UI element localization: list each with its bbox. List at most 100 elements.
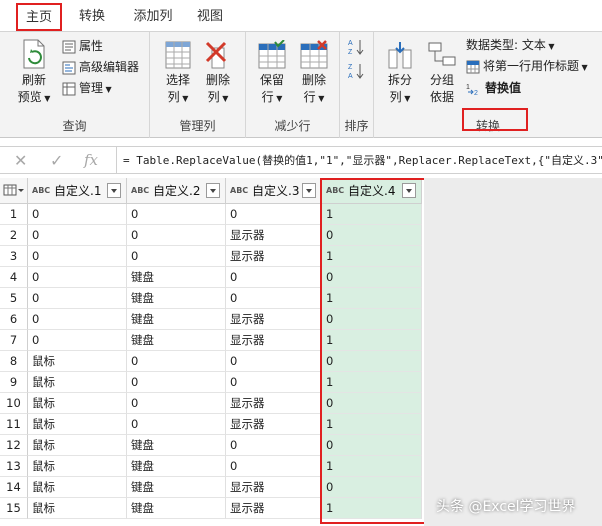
table-cell[interactable]: 0: [28, 288, 127, 309]
cancel-icon[interactable]: ✕: [14, 151, 27, 170]
table-cell[interactable]: 显示器: [226, 246, 322, 267]
table-cell[interactable]: 0: [28, 225, 127, 246]
table-cell[interactable]: 键盘: [127, 267, 226, 288]
table-cell[interactable]: 0: [127, 246, 226, 267]
row-number[interactable]: 6: [0, 309, 28, 330]
choose-columns-button[interactable]: 选择 列 ▼: [158, 40, 198, 107]
table-cell[interactable]: 键盘: [127, 288, 226, 309]
remove-columns-button[interactable]: 删除 列 ▼: [198, 40, 238, 107]
table-cell[interactable]: 0: [28, 246, 127, 267]
table-cell[interactable]: 鼠标: [28, 414, 127, 435]
remove-columns-label-1: 删除: [205, 73, 230, 87]
table-cell[interactable]: 0: [127, 393, 226, 414]
table-cell[interactable]: 显示器: [226, 330, 322, 351]
table-cell[interactable]: 键盘: [127, 330, 226, 351]
first-row-header-icon: [466, 60, 480, 73]
tab-home[interactable]: 主页: [16, 3, 62, 31]
sort-ascending-button[interactable]: A Z: [347, 36, 368, 56]
row-number[interactable]: 5: [0, 288, 28, 309]
column-filter-dropdown-icon[interactable]: [302, 183, 316, 198]
table-cell[interactable]: 0: [28, 330, 127, 351]
replace-values-label: 替换值: [485, 81, 522, 95]
row-number[interactable]: 11: [0, 414, 28, 435]
group-by-button[interactable]: 分组 依据: [422, 40, 462, 106]
table-cell[interactable]: 键盘: [127, 498, 226, 519]
table-cell[interactable]: 0: [127, 414, 226, 435]
table-cell[interactable]: 0: [127, 351, 226, 372]
column-header-3[interactable]: ABC 自定义.3: [226, 178, 322, 204]
row-number[interactable]: 1: [0, 204, 28, 225]
table-menu-button[interactable]: [0, 178, 28, 204]
tab-view[interactable]: 视图: [188, 4, 232, 30]
choose-columns-icon: [165, 41, 191, 69]
table-cell[interactable]: 鼠标: [28, 435, 127, 456]
table-cell[interactable]: 键盘: [127, 456, 226, 477]
table-cell[interactable]: 0: [226, 267, 322, 288]
refresh-label-1: 刷新: [21, 73, 46, 87]
formula-input[interactable]: = Table.ReplaceValue(替换的值1,"1","显示器",Rep…: [116, 147, 602, 174]
row-number[interactable]: 13: [0, 456, 28, 477]
table-cell[interactable]: 鼠标: [28, 498, 127, 519]
table-cell[interactable]: 0: [226, 204, 322, 225]
replace-values-button[interactable]: 1 2 替换值: [466, 78, 521, 98]
row-number[interactable]: 4: [0, 267, 28, 288]
table-cell[interactable]: 显示器: [226, 414, 322, 435]
tab-add-column[interactable]: 添加列: [124, 4, 182, 30]
split-column-button[interactable]: 拆分 列 ▼: [382, 40, 418, 107]
row-number[interactable]: 8: [0, 351, 28, 372]
column-filter-dropdown-icon[interactable]: [206, 183, 220, 198]
sort-descending-button[interactable]: Z A: [347, 60, 368, 80]
row-number[interactable]: 10: [0, 393, 28, 414]
row-number[interactable]: 15: [0, 498, 28, 519]
table-cell[interactable]: 键盘: [127, 435, 226, 456]
table-cell[interactable]: 显示器: [226, 309, 322, 330]
table-cell[interactable]: 0: [226, 435, 322, 456]
split-column-icon: [388, 42, 412, 69]
table-cell[interactable]: 0: [127, 225, 226, 246]
table-cell[interactable]: 0: [28, 309, 127, 330]
keep-rows-button[interactable]: 保留 行 ▼: [252, 40, 292, 107]
advanced-editor-icon: [62, 61, 76, 74]
remove-rows-button[interactable]: 删除 行 ▼: [294, 40, 334, 107]
row-number[interactable]: 12: [0, 435, 28, 456]
tab-transform[interactable]: 转换: [66, 4, 118, 30]
row-number[interactable]: 2: [0, 225, 28, 246]
column-header-2[interactable]: ABC 自定义.2: [127, 178, 226, 204]
table-cell[interactable]: 鼠标: [28, 393, 127, 414]
table-cell[interactable]: 显示器: [226, 477, 322, 498]
table-cell[interactable]: 0: [28, 267, 127, 288]
row-number[interactable]: 14: [0, 477, 28, 498]
table-cell[interactable]: 显示器: [226, 393, 322, 414]
advanced-editor-button[interactable]: 高级编辑器: [62, 57, 139, 77]
row-number[interactable]: 7: [0, 330, 28, 351]
column-header-1[interactable]: ABC 自定义.1: [28, 178, 127, 204]
table-cell[interactable]: 0: [127, 372, 226, 393]
table-cell[interactable]: 显示器: [226, 498, 322, 519]
text-type-icon: ABC: [230, 186, 249, 195]
properties-button[interactable]: 属性: [62, 36, 103, 56]
properties-label: 属性: [79, 39, 104, 53]
confirm-icon[interactable]: ✓: [50, 151, 63, 170]
use-first-row-as-headers-button[interactable]: 将第一行用作标题 ▼: [466, 56, 588, 76]
table-cell[interactable]: 键盘: [127, 309, 226, 330]
table-cell[interactable]: 鼠标: [28, 372, 127, 393]
column-filter-dropdown-icon[interactable]: [107, 183, 121, 198]
table-cell[interactable]: 0: [28, 204, 127, 225]
table-cell[interactable]: 0: [226, 372, 322, 393]
row-number[interactable]: 3: [0, 246, 28, 267]
table-cell[interactable]: 鼠标: [28, 477, 127, 498]
table-cell[interactable]: 0: [226, 288, 322, 309]
table-cell[interactable]: 键盘: [127, 477, 226, 498]
table-cell[interactable]: 0: [127, 204, 226, 225]
column-header-label: 自定义.2: [153, 184, 201, 198]
table-cell[interactable]: 显示器: [226, 225, 322, 246]
refresh-preview-button[interactable]: 刷新 预览 ▼: [12, 38, 56, 107]
table-cell[interactable]: 0: [226, 351, 322, 372]
table-cell[interactable]: 0: [226, 456, 322, 477]
fx-icon[interactable]: fx: [84, 151, 98, 169]
table-cell[interactable]: 鼠标: [28, 351, 127, 372]
table-cell[interactable]: 鼠标: [28, 456, 127, 477]
data-type-dropdown[interactable]: 数据类型: 文本 ▼: [466, 35, 555, 55]
manage-button[interactable]: 管理 ▼: [62, 78, 112, 98]
row-number[interactable]: 9: [0, 372, 28, 393]
